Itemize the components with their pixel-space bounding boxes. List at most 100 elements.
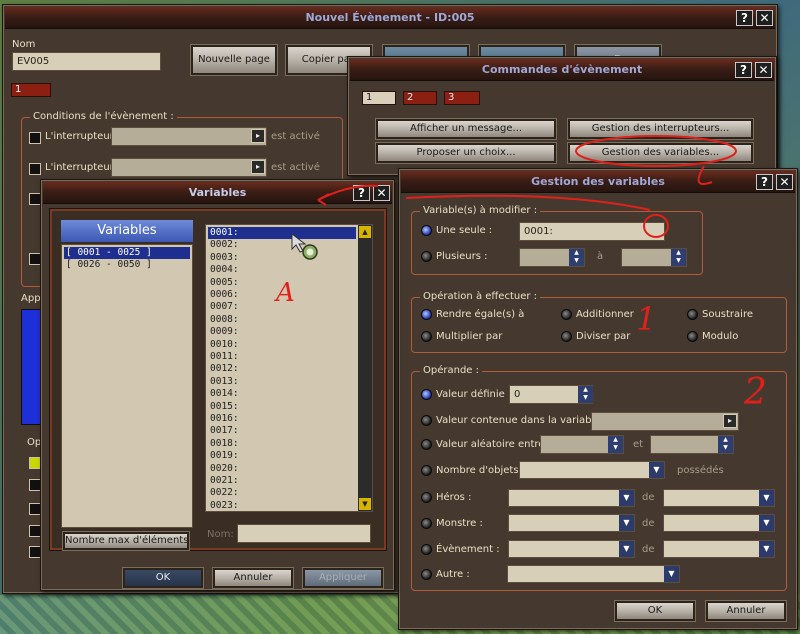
variable-list-item[interactable]: 0001: xyxy=(208,227,356,240)
variables-ok-button[interactable]: OK xyxy=(122,567,204,589)
additionner-radio[interactable] xyxy=(561,309,572,320)
evenement-dropdown[interactable]: ▼ xyxy=(508,540,635,558)
spin-arrows-icon[interactable]: ▲ ▼ xyxy=(608,436,623,453)
picker-icon[interactable]: ▸ xyxy=(723,414,737,428)
valeur-definie-radio[interactable] xyxy=(421,389,432,400)
heros-dropdown[interactable]: ▼ xyxy=(508,489,635,507)
interrupteur1-field[interactable]: ▸ xyxy=(111,127,267,146)
variable-list-item[interactable]: 0013: xyxy=(208,376,356,388)
variable-list-item[interactable]: 0016: xyxy=(208,413,356,425)
heros-attribut-dropdown[interactable]: ▼ xyxy=(663,489,775,507)
picker-icon[interactable]: ▸ xyxy=(251,160,265,174)
monstre-attribut-dropdown[interactable]: ▼ xyxy=(663,514,775,532)
nom-field[interactable]: EV005 xyxy=(12,52,161,71)
list-scrollbar[interactable]: ▲ ▼ xyxy=(358,225,372,511)
proposer-choix-button[interactable]: Proposer un choix... xyxy=(375,142,557,164)
variable-list-item[interactable]: 0008: xyxy=(208,314,356,326)
variables-group-list[interactable]: [ 0001 - 0025 ] [ 0026 - 0050 ] xyxy=(61,244,193,528)
une-seule-field[interactable]: 0001: xyxy=(519,222,665,241)
plusieurs-from-field[interactable]: ▲ ▼ xyxy=(519,248,585,267)
une-seule-radio[interactable] xyxy=(421,225,432,236)
variable-list-item[interactable]: 0022: xyxy=(208,487,356,499)
variables-appliquer-button[interactable]: Appliquer xyxy=(302,567,384,589)
variables-annuler-button[interactable]: Annuler xyxy=(212,567,294,589)
nombre-objets-radio[interactable] xyxy=(421,465,432,476)
objet-dropdown[interactable]: ▼ xyxy=(519,461,665,479)
monstre-dropdown[interactable]: ▼ xyxy=(508,514,635,532)
commandes-tab-3[interactable]: 3 xyxy=(444,91,480,105)
nouvelle-page-button[interactable]: Nouvelle page xyxy=(190,44,278,76)
spin-arrows-icon[interactable]: ▲ ▼ xyxy=(718,436,733,453)
afficher-message-button[interactable]: Afficher un message... xyxy=(375,118,557,140)
chevron-down-icon[interactable]: ▼ xyxy=(619,515,634,531)
diviser-radio[interactable] xyxy=(561,331,572,342)
close-icon[interactable]: ✕ xyxy=(755,62,772,78)
variable-list-item[interactable]: 0023: xyxy=(208,500,356,511)
chevron-down-icon[interactable]: ▼ xyxy=(619,541,634,557)
variable-list-item[interactable]: 0004: xyxy=(208,264,356,276)
group-item[interactable]: [ 0001 - 0025 ] xyxy=(64,247,190,260)
valeur-definie-spin-icon[interactable]: ▲ ▼ xyxy=(578,386,593,403)
variable-list-item[interactable]: 0002: xyxy=(208,239,356,251)
variables-item-list[interactable]: 0001: 0002: 0003: 0004: 0005: 0006: 0007: 0008:… xyxy=(205,224,373,512)
variable-list-item[interactable]: 0021: xyxy=(208,475,356,487)
valeur-contenue-radio[interactable] xyxy=(421,415,432,426)
chevron-down-icon[interactable]: ▼ xyxy=(649,462,664,478)
group-item[interactable]: [ 0026 - 0050 ] xyxy=(64,259,190,271)
monstre-radio[interactable] xyxy=(421,518,432,529)
variable-list-item[interactable]: 0009: xyxy=(208,326,356,338)
help-icon[interactable]: ? xyxy=(756,174,773,190)
variable-list-item[interactable]: 0017: xyxy=(208,425,356,437)
gestion-ok-button[interactable]: OK xyxy=(614,600,696,622)
help-icon[interactable]: ? xyxy=(736,10,753,26)
variable-list-item[interactable]: 0011: xyxy=(208,351,356,363)
aleatoire-min-field[interactable]: ▲ ▼ xyxy=(540,435,624,454)
scroll-down-icon[interactable]: ▼ xyxy=(359,498,371,510)
spin-arrows-icon[interactable]: ▲ ▼ xyxy=(569,249,584,266)
multiplier-radio[interactable] xyxy=(421,331,432,342)
picker-icon[interactable]: ▸ xyxy=(251,129,265,143)
chevron-down-icon[interactable]: ▼ xyxy=(759,541,774,557)
aleatoire-max-field[interactable]: ▲ ▼ xyxy=(650,435,734,454)
close-icon[interactable]: ✕ xyxy=(756,10,773,26)
valeur-contenue-field[interactable]: ▸ xyxy=(591,412,739,431)
nombre-max-button[interactable]: Nombre max d'éléments... xyxy=(62,531,190,551)
heros-radio[interactable] xyxy=(421,492,432,503)
variable-list-item[interactable]: 0019: xyxy=(208,450,356,462)
variable-list-item[interactable]: 0012: xyxy=(208,363,356,375)
interrupteur2-field[interactable]: ▸ xyxy=(111,158,267,177)
gestion-variables-button[interactable]: Gestion des variables... xyxy=(567,142,754,164)
gestion-annuler-button[interactable]: Annuler xyxy=(705,600,787,622)
gestion-interrupteurs-button[interactable]: Gestion des interrupteurs... xyxy=(567,118,754,140)
chevron-down-icon[interactable]: ▼ xyxy=(664,566,679,582)
page-tab-1[interactable]: 1 xyxy=(11,83,51,97)
variable-list-item[interactable]: 0010: xyxy=(208,339,356,351)
variable-list-item[interactable]: 0014: xyxy=(208,388,356,400)
variable-list-item[interactable]: 0003: xyxy=(208,252,356,264)
scroll-up-icon[interactable]: ▲ xyxy=(359,226,371,238)
variable-list-item[interactable]: 0015: xyxy=(208,401,356,413)
chevron-down-icon[interactable]: ▼ xyxy=(759,490,774,506)
chevron-down-icon[interactable]: ▼ xyxy=(759,515,774,531)
close-icon[interactable]: ✕ xyxy=(776,174,793,190)
variable-list-item[interactable]: 0018: xyxy=(208,438,356,450)
evenement-attribut-dropdown[interactable]: ▼ xyxy=(663,540,775,558)
autre-dropdown[interactable]: ▼ xyxy=(507,565,680,583)
chevron-down-icon[interactable]: ▼ xyxy=(619,490,634,506)
commandes-tab-1[interactable]: 1 xyxy=(362,91,396,105)
help-icon[interactable]: ? xyxy=(735,62,752,78)
variable-nom-field[interactable] xyxy=(237,524,371,543)
evenement-radio[interactable] xyxy=(421,544,432,555)
rendre-egale-radio[interactable] xyxy=(421,309,432,320)
close-icon[interactable]: ✕ xyxy=(373,185,390,201)
autre-radio[interactable] xyxy=(421,569,432,580)
soustraire-radio[interactable] xyxy=(687,309,698,320)
commandes-tab-2[interactable]: 2 xyxy=(403,91,437,105)
plusieurs-radio[interactable] xyxy=(421,251,432,262)
modulo-radio[interactable] xyxy=(687,331,698,342)
plusieurs-to-field[interactable]: ▲ ▼ xyxy=(621,248,687,267)
interrupteur2-checkbox[interactable] xyxy=(29,163,41,175)
spin-arrows-icon[interactable]: ▲ ▼ xyxy=(671,249,686,266)
valeur-aleatoire-radio[interactable] xyxy=(421,439,432,450)
help-icon[interactable]: ? xyxy=(353,185,370,201)
